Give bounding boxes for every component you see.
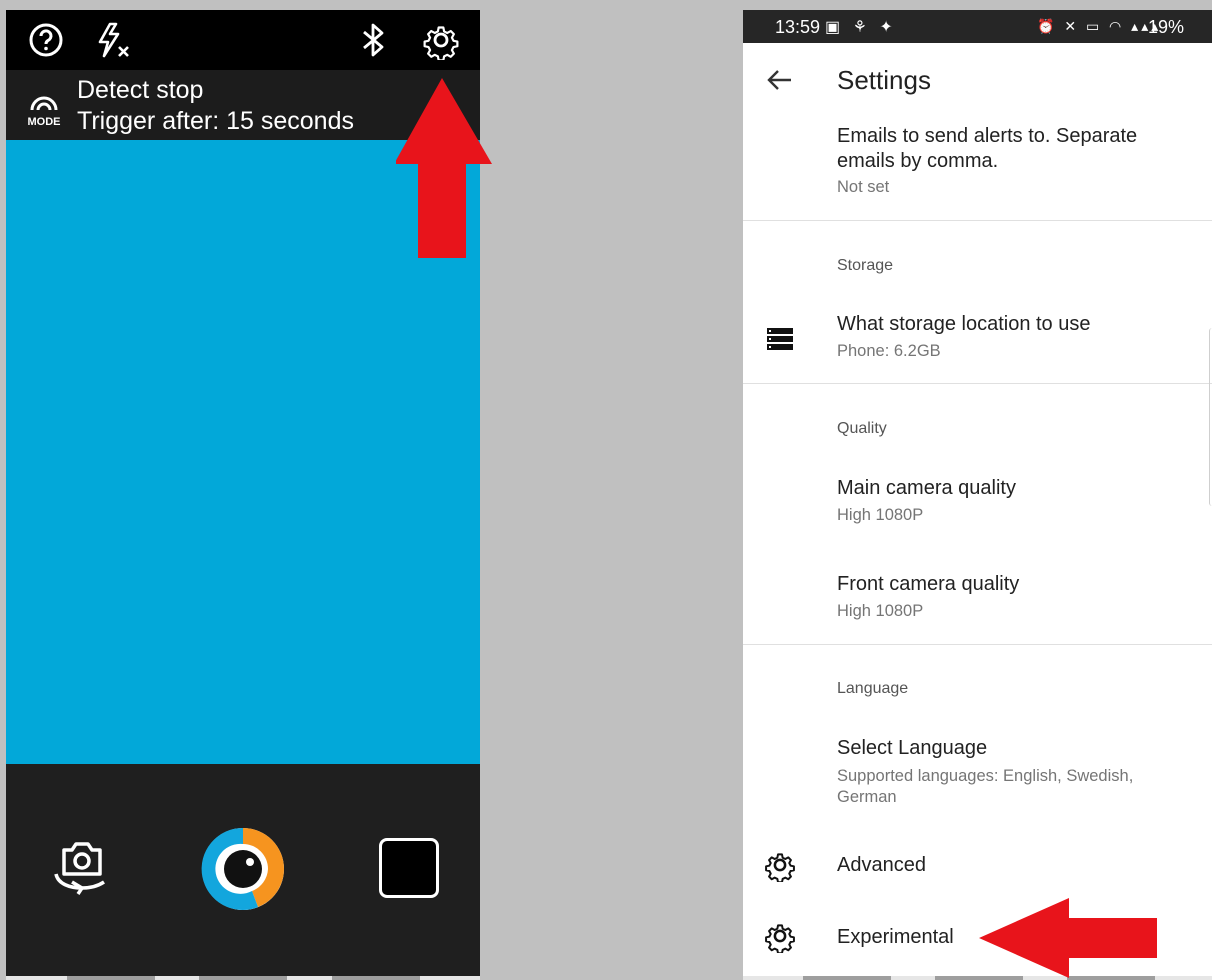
front-camera-quality-title: Front camera quality [837,573,1020,595]
mode-trigger-text: Trigger after: 15 seconds [77,107,354,135]
status-bar: 13:59 ▣ ⚘ ✦ ⏰ ✕ ▭ ◠ ▴▴▴ 19% [743,10,1212,43]
gear-icon [765,853,795,882]
notification-icons: ▣ ⚘ ✦ [825,19,897,36]
category-language: Language [837,680,909,697]
status-time: 13:59 [775,17,821,37]
shutter-button-icon[interactable] [198,824,288,914]
gear-icon[interactable] [421,20,461,60]
signal-icons: ⏰ ✕ ▭ ◠ ▴▴▴ [1037,18,1162,34]
app-bar: Settings [743,43,1212,119]
help-icon[interactable] [26,20,66,60]
camera-bottom-controls [6,764,480,980]
camera-screen: MODE Detect stop Trigger after: 15 secon… [6,10,492,980]
email-alerts-title: Emails to send alerts to. Separate email… [837,125,1138,172]
advanced-title: Advanced [837,854,926,876]
annotation-arrow-up [396,78,492,258]
email-alerts-summary: Not set [837,178,890,196]
settings-screen: 13:59 ▣ ⚘ ✦ ⏰ ✕ ▭ ◠ ▴▴▴ 19% Settings Ema… [743,10,1212,980]
bluetooth-icon[interactable] [354,20,394,60]
storage-location-summary: Phone: 6.2GB [837,342,941,360]
navigation-bar [6,976,480,980]
nav-button-recent[interactable] [67,976,155,980]
battery-level: 19% [1148,17,1185,37]
nav-button-recent[interactable] [803,976,891,980]
main-camera-quality-summary: High 1080P [837,506,924,524]
back-arrow-icon[interactable] [765,65,795,95]
switch-camera-icon[interactable] [50,834,114,898]
flash-off-icon[interactable] [92,20,132,60]
annotation-arrow-left [979,898,1157,978]
storage-icon [767,328,793,350]
gear-icon [765,924,795,953]
mode-label: MODE [28,116,61,128]
main-camera-quality-title: Main camera quality [837,477,1016,499]
camera-top-toolbar [6,10,480,70]
divider [743,644,1212,645]
divider [743,220,1212,221]
divider [743,383,1212,384]
nav-button-home[interactable] [199,976,287,980]
mode-title: Detect stop [77,76,204,104]
experimental-title: Experimental [837,926,954,948]
front-camera-quality-summary: High 1080P [837,602,924,620]
storage-location-title: What storage location to use [837,313,1091,335]
page-title: Settings [837,65,931,95]
select-language-summary: Supported languages: English, Swedish, G… [837,767,1134,806]
select-language-title: Select Language [837,737,988,759]
category-storage: Storage [837,257,894,274]
mode-icon: MODE [28,96,61,128]
category-quality: Quality [837,420,887,437]
nav-button-back[interactable] [332,976,420,980]
stop-button[interactable] [379,838,439,898]
